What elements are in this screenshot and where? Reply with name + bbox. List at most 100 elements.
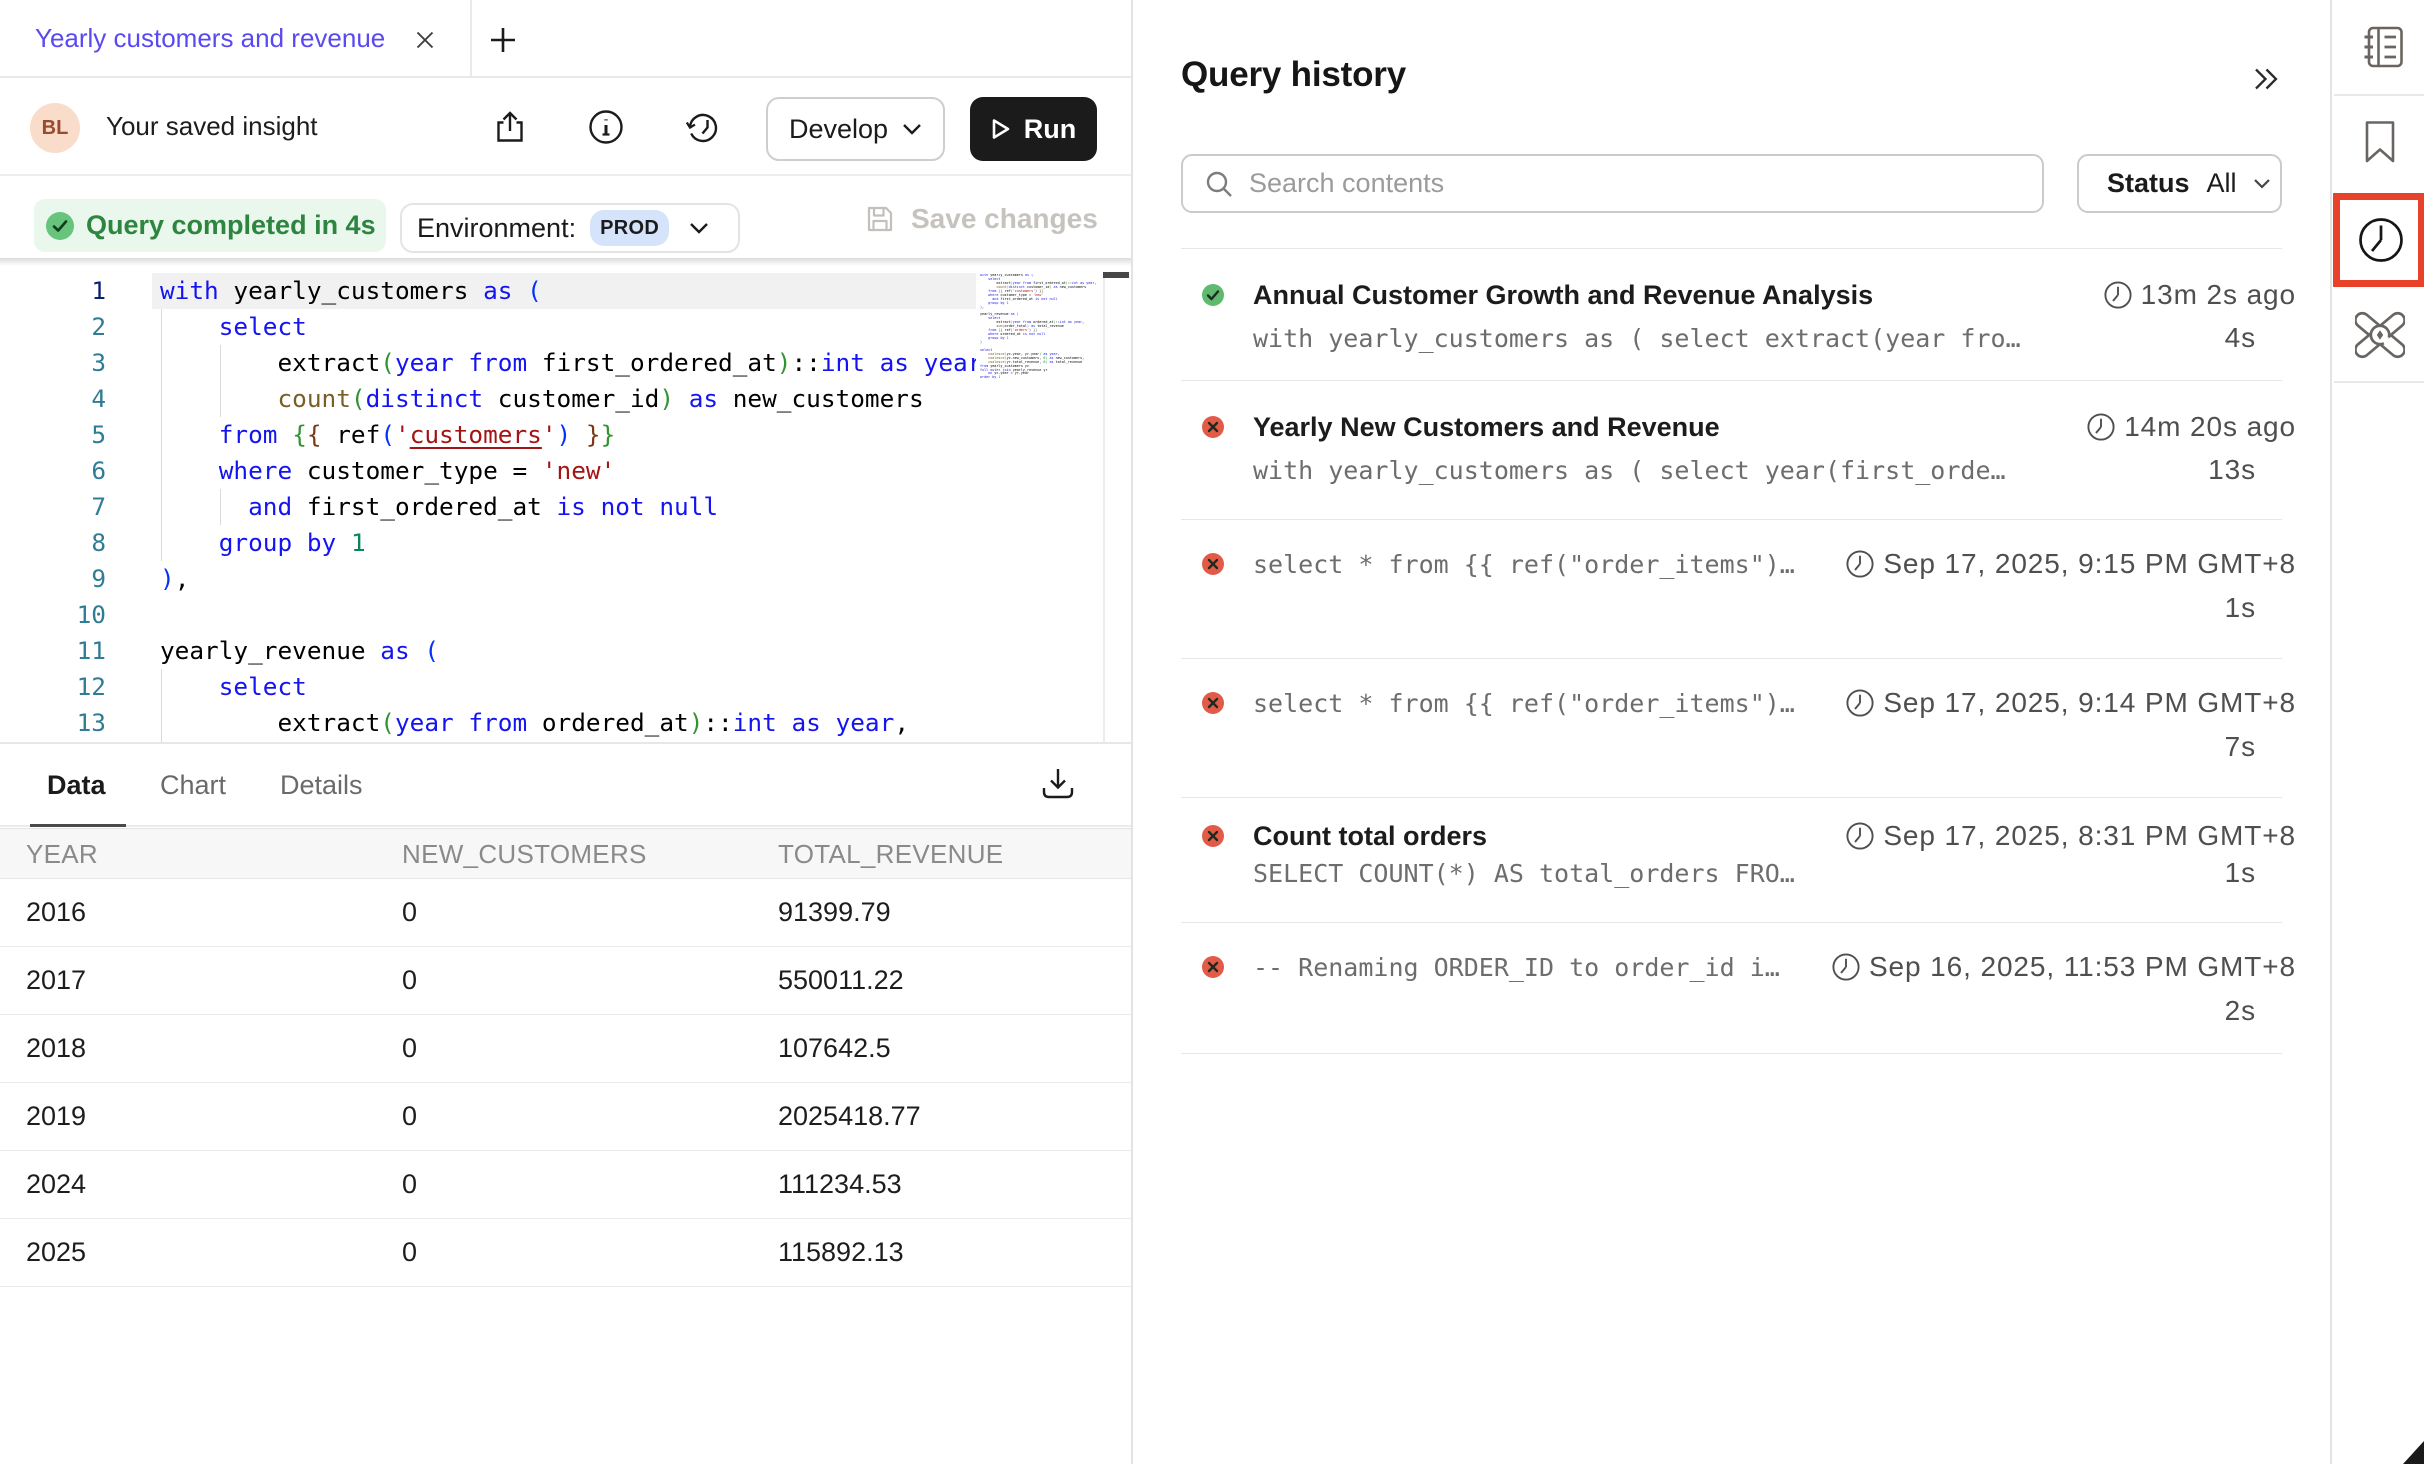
line-number: 8 <box>0 525 106 561</box>
tab-data[interactable]: Data <box>47 746 106 825</box>
active-tab-underline <box>30 824 126 827</box>
tab-bar: Yearly customers and revenue <box>0 0 1131 78</box>
minimap[interactable]: with yearly_customers as ( select extrac… <box>980 274 1100 380</box>
query-title: Yearly New Customers and Revenue <box>1253 412 1720 443</box>
info-icon[interactable] <box>588 109 624 145</box>
line-number: 10 <box>0 597 106 633</box>
version-history-icon[interactable] <box>685 109 721 145</box>
tab-details[interactable]: Details <box>280 746 363 825</box>
clock-icon <box>1846 550 1874 578</box>
collapse-panel-icon[interactable] <box>2253 66 2279 92</box>
query-history-item[interactable]: Yearly New Customers and Revenue14m 20s … <box>1181 380 2282 519</box>
timestamp-text: Sep 17, 2025, 9:14 PM GMT+8 <box>1883 687 2296 719</box>
column-header-new-customers[interactable]: NEW_CUSTOMERS <box>402 829 647 879</box>
tab-title[interactable]: Yearly customers and revenue <box>35 0 385 76</box>
tab-close-icon[interactable] <box>415 30 435 50</box>
scrollbar-cursor-marker[interactable] <box>1103 272 1129 278</box>
table-cell: 2017 <box>26 947 86 1015</box>
tab-yearly-customers-and-revenue[interactable]: Yearly customers and revenue <box>0 0 470 76</box>
query-history-item[interactable]: Annual Customer Growth and Revenue Analy… <box>1181 248 2282 380</box>
save-changes-button[interactable]: Save changes <box>867 194 1098 244</box>
line-number: 1 <box>0 273 106 309</box>
table-cell: 91399.79 <box>778 879 891 947</box>
query-duration: 1s <box>2225 857 2256 889</box>
clock-icon[interactable] <box>2358 217 2404 263</box>
line-number: 4 <box>0 381 106 417</box>
download-icon[interactable] <box>1040 766 1076 802</box>
query-duration: 13s <box>2208 454 2256 486</box>
clock-icon <box>1846 689 1874 717</box>
run-button[interactable]: Run <box>970 97 1097 161</box>
share-icon[interactable] <box>492 109 528 145</box>
notebook-icon[interactable] <box>2363 26 2403 68</box>
table-body: 2016 0 91399.7920170550011.2220180107642.5… <box>0 879 1131 1287</box>
line-number: 11 <box>0 633 106 669</box>
query-code-preview: select * from {{ ref("order_items")… <box>1253 689 1795 718</box>
query-timestamp: Sep 16, 2025, 11:53 PM GMT+8 <box>1832 951 2296 983</box>
bookmark-icon[interactable] <box>2365 121 2395 163</box>
sidebar-separator <box>2334 94 2424 96</box>
query-timestamp: Sep 17, 2025, 8:31 PM GMT+8 <box>1846 820 2296 852</box>
query-history-item[interactable]: select * from {{ ref("order_items")…Sep … <box>1181 658 2282 797</box>
query-history-item[interactable]: select * from {{ ref("order_items")…Sep … <box>1181 519 2282 658</box>
chevron-down-icon <box>2253 178 2271 189</box>
chevron-down-icon <box>902 123 922 135</box>
line-number: 9 <box>0 561 106 597</box>
table-row[interactable]: 2016 0 91399.79 <box>0 879 1131 947</box>
minimap-line: order by 1 <box>980 376 1100 380</box>
search-input[interactable]: Search contents <box>1181 154 2044 213</box>
code-line: from {{ ref('customers') }} <box>160 417 976 453</box>
table-row[interactable]: 20240111234.53 <box>0 1151 1131 1219</box>
code-content[interactable]: with yearly_customers as ( select extrac… <box>160 273 976 743</box>
table-cell: 2016 <box>26 879 86 947</box>
error-status-icon <box>1202 692 1224 714</box>
code-line: extract(year from first_ordered_at)::int… <box>160 345 976 381</box>
timestamp-text: Sep 17, 2025, 9:15 PM GMT+8 <box>1883 548 2296 580</box>
column-header-year[interactable]: YEAR <box>26 829 98 879</box>
develop-button[interactable]: Develop <box>766 97 945 161</box>
table-row[interactable]: 201902025418.77 <box>0 1083 1131 1151</box>
query-history-item[interactable]: -- Renaming ORDER_ID to order_id i…Sep 1… <box>1181 922 2282 1053</box>
check-circle-icon <box>46 212 74 240</box>
query-title: Count total orders <box>1253 821 1487 852</box>
lineage-icon[interactable] <box>2355 310 2405 360</box>
line-number: 12 <box>0 669 106 705</box>
sql-code-editor[interactable]: 12345678910111213 with yearly_customers … <box>0 258 1131 744</box>
table-row[interactable]: 20250115892.13 <box>0 1219 1131 1287</box>
list-bottom-border <box>1181 1053 2282 1054</box>
table-cell: 2025 <box>26 1219 86 1287</box>
query-duration: 2s <box>2225 995 2256 1027</box>
right-sidebar <box>2330 0 2424 1464</box>
code-line: yearly_revenue as ( <box>160 633 976 669</box>
table-header: YEAR NEW_CUSTOMERS TOTAL_REVENUE <box>0 829 1131 879</box>
query-history-list: Annual Customer Growth and Revenue Analy… <box>1181 248 2282 1054</box>
table-cell: 115892.13 <box>778 1219 904 1287</box>
query-history-panel: Query history Search contents Status All… <box>1133 0 2330 1464</box>
insight-label: Your saved insight <box>106 78 318 176</box>
save-icon <box>867 206 893 232</box>
query-code-preview: with yearly_customers as ( select extrac… <box>1253 324 2021 353</box>
code-line: where customer_type = 'new' <box>160 453 976 489</box>
table-cell: 0 <box>402 879 417 947</box>
save-changes-label: Save changes <box>911 203 1098 235</box>
new-tab-button[interactable] <box>489 26 517 54</box>
status-filter-dropdown[interactable]: Status All <box>2077 154 2282 213</box>
query-duration: 4s <box>2225 322 2256 354</box>
code-line: ), <box>160 561 976 597</box>
code-line: and first_ordered_at is not null <box>160 489 976 525</box>
environment-selector[interactable]: Environment: PROD <box>400 203 740 253</box>
line-number: 13 <box>0 705 106 741</box>
query-timestamp: 14m 20s ago <box>2087 411 2296 443</box>
table-row[interactable]: 20170550011.22 <box>0 947 1131 1015</box>
query-title: Annual Customer Growth and Revenue Analy… <box>1253 280 1873 311</box>
line-number: 6 <box>0 453 106 489</box>
code-line: extract(year from ordered_at)::int as ye… <box>160 705 976 741</box>
query-timestamp: 13m 2s ago <box>2104 279 2296 311</box>
column-header-total-revenue[interactable]: TOTAL_REVENUE <box>778 829 1003 879</box>
table-row[interactable]: 20180107642.5 <box>0 1015 1131 1083</box>
tab-divider <box>470 0 472 76</box>
query-code-preview: with yearly_customers as ( select year(f… <box>1253 456 2006 485</box>
query-history-item[interactable]: Count total ordersSep 17, 2025, 8:31 PM … <box>1181 797 2282 922</box>
tab-chart[interactable]: Chart <box>160 746 226 825</box>
status-row: Query completed in 4s Environment: PROD … <box>0 176 1131 258</box>
